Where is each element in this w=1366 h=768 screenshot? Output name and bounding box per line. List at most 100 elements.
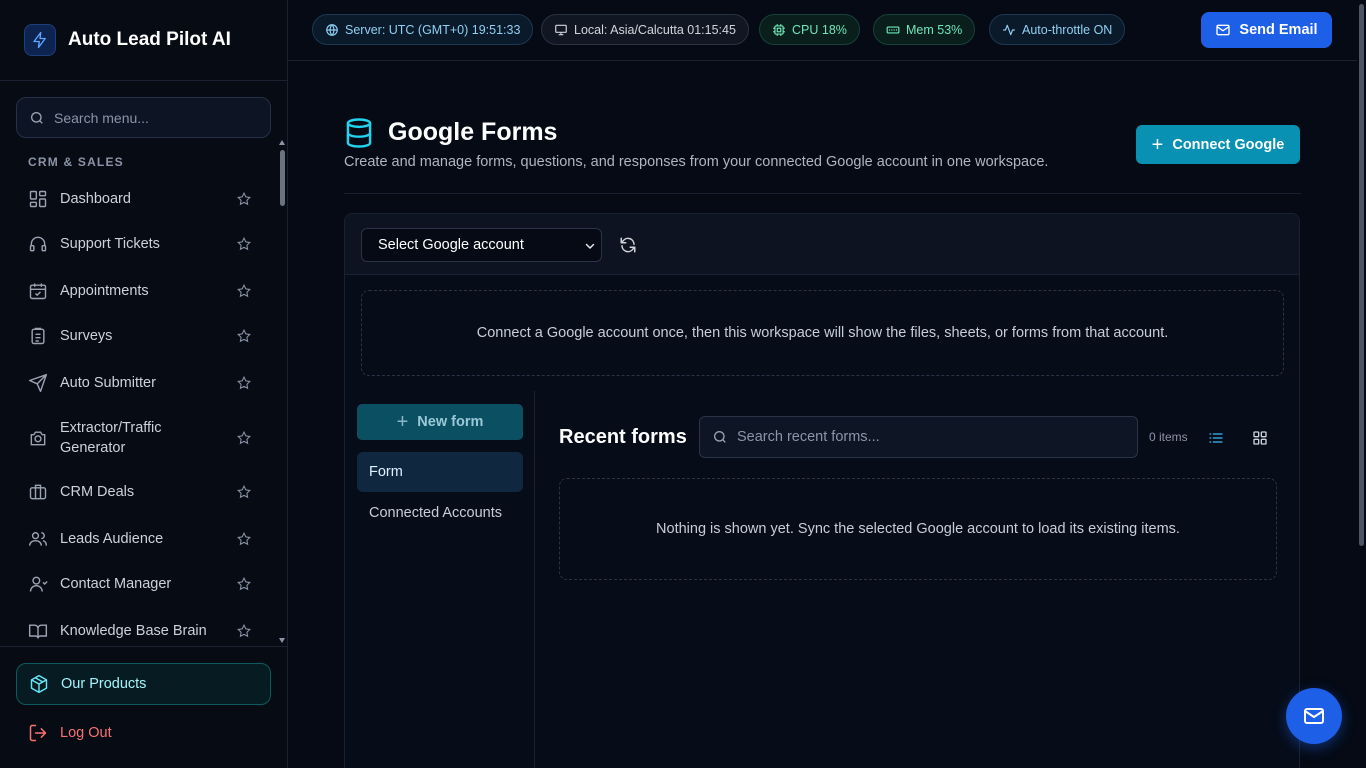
sidebar-nav: Dashboard Support Tickets Appointments S… — [16, 176, 274, 640]
sidebar-footer: Our Products Log Out — [0, 646, 287, 768]
sidebar-item-crm-deals[interactable]: CRM Deals — [16, 481, 262, 503]
floating-mail-button[interactable] — [1286, 688, 1342, 744]
connect-google-button[interactable]: + Connect Google — [1136, 125, 1300, 164]
recent-forms-search[interactable] — [699, 416, 1138, 458]
sidebar-scroll-up-arrow[interactable] — [279, 140, 285, 145]
local-time-text: Local: Asia/Calcutta 01:15:45 — [574, 22, 736, 37]
sidebar-scrollbar-thumb[interactable] — [280, 150, 285, 206]
recent-forms-search-input[interactable] — [737, 429, 1127, 445]
panel-toolbar: Select Google account — [345, 214, 1299, 275]
star-icon[interactable] — [237, 376, 251, 390]
sidebar-item-surveys[interactable]: Surveys — [16, 325, 262, 347]
sidebar-item-knowledge-base-brain[interactable]: Knowledge Base Brain — [16, 620, 262, 640]
database-icon — [346, 118, 372, 148]
brand[interactable]: Auto Lead Pilot AI — [0, 0, 287, 81]
sidebar-item-dashboard[interactable]: Dashboard — [16, 188, 262, 210]
clipboard-icon — [31, 327, 45, 345]
sidebar-item-support-tickets[interactable]: Support Tickets — [16, 233, 262, 255]
globe-icon — [326, 23, 338, 36]
new-form-label: New form — [417, 414, 484, 430]
memory-text: Mem 53% — [906, 22, 963, 37]
contact-icon — [29, 576, 48, 592]
items-count: 0 items — [1149, 430, 1188, 444]
connect-google-label: Connect Google — [1172, 136, 1285, 153]
server-time-badge: Server: UTC (GMT+0) 19:51:33 — [312, 14, 534, 45]
send-icon — [28, 373, 48, 393]
star-icon[interactable] — [237, 431, 251, 445]
star-icon[interactable] — [237, 237, 251, 251]
memory-badge: Mem 53% — [873, 14, 976, 45]
tab-connected-accounts[interactable]: Connected Accounts — [369, 505, 502, 521]
list-view-icon[interactable] — [1208, 430, 1224, 446]
sidebar-item-label: Auto Submitter — [60, 375, 156, 391]
our-products-label: Our Products — [61, 676, 147, 692]
star-icon[interactable] — [237, 329, 251, 343]
star-icon[interactable] — [237, 485, 251, 499]
logout-button[interactable]: Log Out — [28, 723, 112, 743]
recent-forms-title: Recent forms — [559, 426, 687, 448]
sidebar-item-label: Dashboard — [60, 191, 131, 207]
send-email-button[interactable]: Send Email — [1201, 12, 1332, 48]
sidebar-item-label: Surveys — [60, 328, 113, 344]
plus-icon: + — [1151, 133, 1164, 156]
connect-notice-text: Connect a Google account once, then this… — [476, 325, 1169, 341]
cpu-badge: CPU 18% — [759, 14, 860, 45]
camera-icon — [30, 431, 46, 446]
tab-connected-accounts-label: Connected Accounts — [369, 505, 503, 521]
send-email-label: Send Email — [1239, 22, 1318, 38]
search-icon — [31, 111, 43, 124]
section-label-crm-sales: CRM & SALES — [28, 155, 124, 169]
grid-view-icon[interactable] — [1252, 430, 1268, 446]
sidebar-scroll-down-arrow[interactable] — [279, 638, 285, 643]
sidebar-item-extractor-traffic-generator[interactable]: Extractor/Traffic Generator — [16, 416, 262, 460]
auto-throttle-text: Auto-throttle ON — [1022, 22, 1113, 37]
empty-state-text: Nothing is shown yet. Sync the selected … — [656, 521, 1180, 537]
memory-icon — [886, 26, 900, 33]
new-form-button[interactable]: + New form — [357, 404, 523, 440]
cpu-icon — [773, 23, 785, 36]
plus-icon: + — [396, 411, 409, 433]
page-scrollbar-thumb[interactable] — [1359, 4, 1364, 546]
sidebar-item-auto-submitter[interactable]: Auto Submitter — [16, 372, 262, 394]
sidebar-item-label: Contact Manager — [60, 576, 172, 592]
star-icon[interactable] — [237, 577, 251, 591]
app-name: Auto Lead Pilot AI — [68, 29, 231, 50]
refresh-icon[interactable] — [619, 236, 637, 254]
our-products-button[interactable]: Our Products — [16, 663, 271, 705]
forms-panel: Select Google account Connect a Google a… — [344, 213, 1300, 768]
monitor-icon — [555, 24, 567, 35]
headset-icon — [29, 236, 47, 252]
tab-form[interactable]: Form — [357, 452, 523, 492]
sidebar-item-leads-audience[interactable]: Leads Audience — [16, 528, 262, 550]
menu-search-box[interactable] — [16, 97, 271, 138]
local-time-badge: Local: Asia/Calcutta 01:15:45 — [541, 14, 749, 45]
divider — [344, 193, 1301, 194]
star-icon[interactable] — [237, 192, 251, 206]
star-icon[interactable] — [237, 624, 251, 638]
book-icon — [28, 624, 48, 639]
auto-throttle-badge[interactable]: Auto-throttle ON — [989, 14, 1126, 45]
mail-icon — [1216, 24, 1231, 36]
server-time-text: Server: UTC (GMT+0) 19:51:33 — [345, 22, 521, 37]
star-icon[interactable] — [237, 284, 251, 298]
connect-notice: Connect a Google account once, then this… — [361, 290, 1284, 376]
sidebar-item-label: Support Tickets — [60, 236, 160, 252]
sidebar-item-label: Extractor/Traffic Generator — [60, 420, 162, 456]
calendar-check-icon — [29, 283, 47, 300]
star-icon[interactable] — [237, 532, 251, 546]
mail-icon — [1304, 708, 1324, 724]
sidebar-item-appointments[interactable]: Appointments — [16, 280, 262, 302]
forms-left-column: + New form Form Connected Accounts — [345, 391, 535, 768]
sidebar-item-label: Knowledge Base Brain — [60, 623, 207, 639]
users-icon — [28, 532, 48, 546]
tab-form-label: Form — [369, 464, 403, 480]
search-icon — [714, 431, 726, 443]
google-account-select[interactable]: Select Google account — [361, 228, 602, 262]
lightning-icon — [24, 24, 56, 56]
logout-label: Log Out — [60, 725, 112, 741]
sidebar-item-contact-manager[interactable]: Contact Manager — [16, 573, 262, 595]
dashboard-icon — [29, 190, 47, 208]
menu-search-input[interactable] — [54, 109, 254, 126]
top-bar: Server: UTC (GMT+0) 19:51:33 Local: Asia… — [288, 0, 1366, 61]
google-account-select-value: Select Google account — [378, 237, 524, 253]
